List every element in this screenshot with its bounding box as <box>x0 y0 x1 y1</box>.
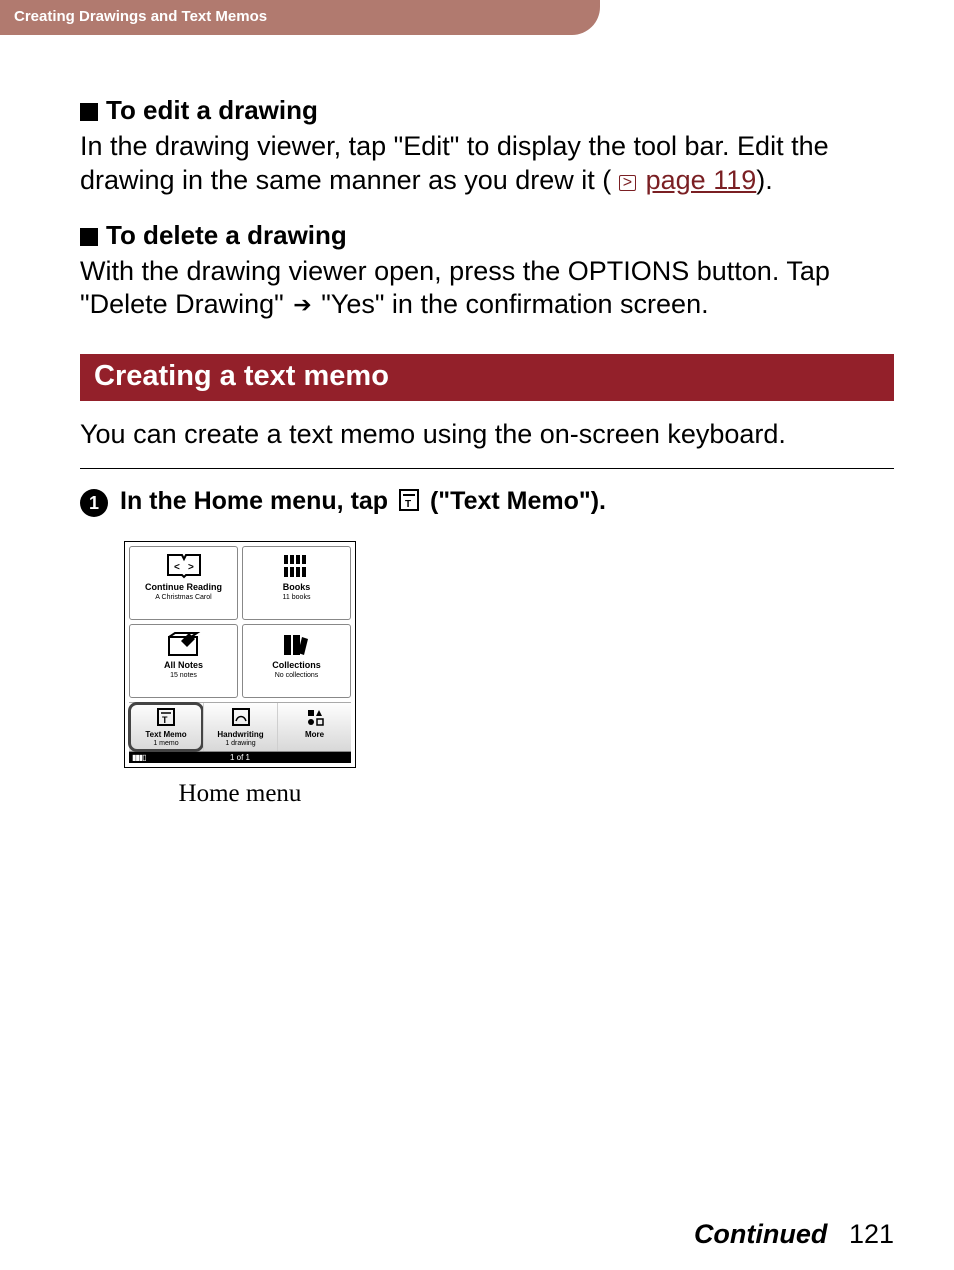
step-number: 1 <box>89 493 99 514</box>
battery-icon: ▮▮▮▯ <box>132 753 146 762</box>
svg-text:<: < <box>174 562 180 573</box>
step-1-row: 1 In the Home menu, tap ("Text Memo"). <box>80 487 894 517</box>
heading-delete-drawing: To delete a drawing <box>80 220 894 251</box>
heading-edit-drawing: To edit a drawing <box>80 95 894 126</box>
section-bar-text-memo: Creating a text memo <box>80 354 894 401</box>
home-bottom-more[interactable]: More <box>277 703 351 751</box>
svg-text:>: > <box>188 562 194 573</box>
bookshelf-icon <box>245 553 348 579</box>
step1-pre: In the Home menu, tap <box>120 487 395 515</box>
home-status-bar: ▮▮▮▯ 1 of 1 <box>129 752 351 763</box>
home-cell-books[interactable]: Books 11 books <box>242 546 351 620</box>
breadcrumb-text: Creating Drawings and Text Memos <box>14 8 267 25</box>
cell-sub: 11 books <box>245 594 348 601</box>
delete-body-post: "Yes" in the confirmation screen. <box>321 289 708 319</box>
heading-edit-drawing-text: To edit a drawing <box>106 95 318 125</box>
breadcrumb-bar: Creating Drawings and Text Memos <box>0 0 600 35</box>
separator-line <box>80 468 894 469</box>
svg-text:T: T <box>162 715 168 725</box>
page-link-119[interactable]: page 119 <box>646 165 757 195</box>
home-cell-continue-reading[interactable]: <> Continue Reading A Christmas Carol <box>129 546 238 620</box>
page-number: 121 <box>849 1219 894 1249</box>
cell-label: All Notes <box>164 660 203 670</box>
book-open-icon: <> <box>132 553 235 579</box>
cell-sub: 15 notes <box>132 672 235 679</box>
home-bottom-row: T Text Memo 1 memo Handwriting 1 drawing <box>129 702 351 752</box>
para-delete-drawing: With the drawing viewer open, press the … <box>80 255 894 323</box>
square-bullet-icon <box>80 228 98 246</box>
notes-icon <box>132 631 235 657</box>
edit-body-post: ). <box>756 165 773 195</box>
page-footer: Continued 121 <box>54 1219 894 1250</box>
para-edit-drawing: In the drawing viewer, tap "Edit" to dis… <box>80 130 894 198</box>
step-number-badge: 1 <box>80 489 108 517</box>
section-bar-label: Creating a text memo <box>94 360 389 392</box>
continued-label: Continued <box>694 1219 827 1249</box>
heading-delete-drawing-text: To delete a drawing <box>106 220 347 250</box>
status-text: 1 of 1 <box>230 753 250 762</box>
more-small-icon <box>280 707 349 727</box>
step1-post: ("Text Memo"). <box>423 487 606 515</box>
cell-sub: A Christmas Carol <box>132 594 235 601</box>
handwriting-small-icon <box>206 707 275 727</box>
home-bottom-text-memo[interactable]: T Text Memo 1 memo <box>129 703 203 751</box>
square-bullet-icon <box>80 103 98 121</box>
home-menu-figure: <> Continue Reading A Christmas Carol Bo… <box>124 541 356 808</box>
cell-label: Handwriting <box>217 730 263 739</box>
home-cell-collections[interactable]: Collections No collections <box>242 624 351 698</box>
cell-label: More <box>305 730 324 739</box>
collections-icon <box>245 631 348 657</box>
arrow-right-icon: ➔ <box>293 291 311 319</box>
home-menu-caption: Home menu <box>124 780 356 808</box>
text-memo-small-icon: T <box>131 707 201 727</box>
cell-label: Text Memo <box>145 730 186 739</box>
cell-label: Collections <box>272 660 321 670</box>
cell-sub: 1 drawing <box>206 740 275 747</box>
text-memo-icon <box>399 489 419 511</box>
page-content: To edit a drawing In the drawing viewer,… <box>0 35 954 808</box>
para-textmemo-intro: You can create a text memo using the on-… <box>80 419 894 450</box>
cell-sub: 1 memo <box>131 740 201 747</box>
cell-label: Books <box>283 582 311 592</box>
cell-sub: No collections <box>245 672 348 679</box>
cell-label: Continue Reading <box>145 582 222 592</box>
home-cell-all-notes[interactable]: All Notes 15 notes <box>129 624 238 698</box>
page-ref-icon: > <box>619 175 636 191</box>
step-1-text: In the Home menu, tap ("Text Memo"). <box>120 487 606 516</box>
home-bottom-handwriting[interactable]: Handwriting 1 drawing <box>203 703 277 751</box>
home-menu-frame: <> Continue Reading A Christmas Carol Bo… <box>124 541 356 768</box>
home-menu-grid: <> Continue Reading A Christmas Carol Bo… <box>129 546 351 698</box>
